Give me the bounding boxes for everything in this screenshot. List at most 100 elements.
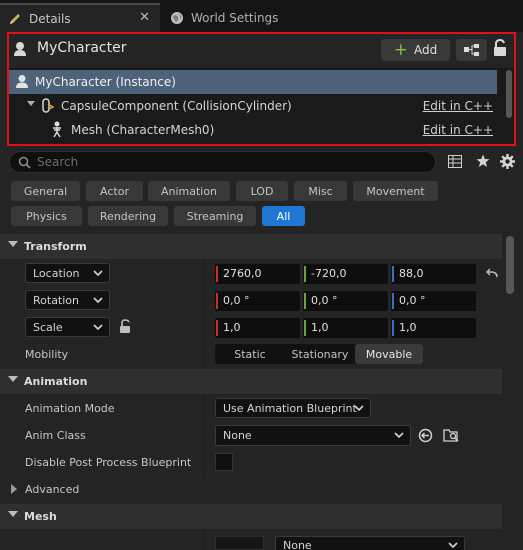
mobility-selector: Static Stationary Movable	[215, 344, 423, 364]
scale-dropdown[interactable]: Scale	[25, 317, 110, 337]
scale-z-field[interactable]: 1,0	[391, 318, 476, 338]
tab-world-settings[interactable]: World Settings	[164, 3, 294, 32]
disable-post-process-label: Disable Post Process Blueprint	[25, 456, 192, 469]
pencil-icon	[10, 13, 20, 24]
gear-icon[interactable]	[500, 154, 515, 169]
y-axis-bar	[304, 293, 306, 309]
rotation-x-value: 0,0 °	[223, 294, 250, 307]
tab-world-settings-label: World Settings	[191, 10, 279, 25]
section-title: Transform	[24, 240, 87, 253]
close-icon[interactable]: ✕	[139, 10, 150, 25]
category-movement[interactable]: Movement	[353, 181, 438, 201]
rotation-y-field[interactable]: 0,0 °	[303, 291, 388, 311]
location-x-value: 2760,0	[223, 267, 262, 280]
mesh-dropdown[interactable]: None	[275, 536, 465, 550]
chevron-down-icon	[394, 432, 404, 439]
z-axis-bar	[392, 320, 394, 336]
rotation-x-field[interactable]: 0,0 °	[215, 291, 300, 311]
scale-label: Scale	[33, 321, 63, 334]
collapse-arrow-icon	[8, 241, 18, 247]
location-y-field[interactable]: -720,0	[303, 264, 388, 284]
highlight-frame	[7, 32, 516, 146]
mesh-thumbnail[interactable]	[215, 536, 264, 550]
unlock-icon[interactable]	[119, 319, 132, 334]
star-icon[interactable]	[476, 154, 490, 168]
mobility-label: Mobility	[25, 348, 69, 361]
section-animation[interactable]: Animation	[0, 369, 502, 394]
x-axis-bar	[216, 320, 218, 336]
category-animation[interactable]: Animation	[148, 181, 230, 201]
chevron-down-icon	[93, 324, 103, 331]
search-input[interactable]: Search	[9, 151, 436, 173]
section-title: Animation	[24, 375, 88, 388]
scale-x-field[interactable]: 1,0	[215, 318, 300, 338]
section-title: Mesh	[24, 510, 57, 523]
rotation-z-value: 0,0 °	[399, 294, 426, 307]
globe-icon	[171, 11, 183, 24]
chevron-down-icon	[93, 270, 103, 277]
column-divider	[203, 259, 204, 369]
location-z-value: 88,0	[399, 267, 424, 280]
scale-x-value: 1,0	[223, 321, 241, 334]
y-axis-bar	[304, 320, 306, 336]
scale-y-value: 1,0	[311, 321, 329, 334]
category-lod[interactable]: LOD	[236, 181, 288, 201]
rotation-label: Rotation	[33, 294, 80, 307]
rotation-y-value: 0,0 °	[311, 294, 338, 307]
anim-class-value: None	[223, 429, 252, 442]
scale-y-field[interactable]: 1,0	[303, 318, 388, 338]
column-divider	[203, 529, 204, 550]
chevron-down-icon	[354, 405, 364, 412]
category-streaming[interactable]: Streaming	[174, 206, 256, 226]
category-general[interactable]: General	[11, 181, 80, 201]
category-physics[interactable]: Physics	[11, 206, 82, 226]
section-mesh[interactable]: Mesh	[0, 504, 502, 529]
mobility-static[interactable]: Static	[215, 344, 285, 364]
mobility-movable[interactable]: Movable	[355, 344, 423, 364]
location-y-value: -720,0	[311, 267, 347, 280]
animation-mode-label: Animation Mode	[25, 402, 115, 415]
disable-post-process-checkbox[interactable]	[215, 453, 233, 471]
anim-class-label: Anim Class	[25, 429, 86, 442]
tab-bar: Details ✕ World Settings	[0, 0, 523, 32]
chevron-down-icon	[93, 297, 103, 304]
anim-class-dropdown[interactable]: None	[215, 425, 411, 446]
advanced-row[interactable]: Advanced	[0, 478, 502, 500]
location-x-field[interactable]: 2760,0	[215, 264, 300, 284]
expand-arrow-icon	[11, 484, 17, 494]
tab-details-label: Details	[29, 11, 71, 26]
chevron-down-icon	[448, 542, 458, 549]
table-view-icon[interactable]	[448, 155, 462, 168]
browse-icon[interactable]	[443, 428, 460, 443]
mesh-value: None	[283, 539, 312, 550]
collapse-arrow-icon	[8, 511, 18, 517]
search-placeholder: Search	[37, 155, 79, 169]
rotation-z-field[interactable]: 0,0 °	[391, 291, 476, 311]
tab-details[interactable]: Details ✕	[0, 3, 160, 32]
advanced-label: Advanced	[25, 483, 80, 496]
category-misc[interactable]: Misc	[294, 181, 347, 201]
column-divider	[203, 394, 204, 476]
reset-arrow-icon[interactable]	[486, 268, 498, 279]
category-all[interactable]: All	[262, 206, 305, 226]
z-axis-bar	[392, 266, 394, 282]
category-rendering[interactable]: Rendering	[88, 206, 168, 226]
y-axis-bar	[304, 266, 306, 282]
animation-mode-dropdown[interactable]: Use Animation Blueprint	[215, 398, 371, 418]
animation-mode-value: Use Animation Blueprint	[223, 402, 357, 415]
location-z-field[interactable]: 88,0	[391, 264, 476, 284]
x-axis-bar	[216, 266, 218, 282]
collapse-arrow-icon	[8, 376, 18, 382]
section-transform[interactable]: Transform	[0, 234, 502, 259]
location-dropdown[interactable]: Location	[25, 263, 110, 283]
search-icon	[18, 156, 31, 169]
z-axis-bar	[392, 293, 394, 309]
category-actor[interactable]: Actor	[86, 181, 143, 201]
use-selected-icon[interactable]	[418, 428, 433, 443]
details-scrollbar[interactable]	[506, 236, 514, 294]
rotation-dropdown[interactable]: Rotation	[25, 290, 110, 310]
mobility-stationary[interactable]: Stationary	[285, 344, 355, 364]
scale-z-value: 1,0	[399, 321, 417, 334]
x-axis-bar	[216, 293, 218, 309]
location-label: Location	[33, 267, 80, 280]
